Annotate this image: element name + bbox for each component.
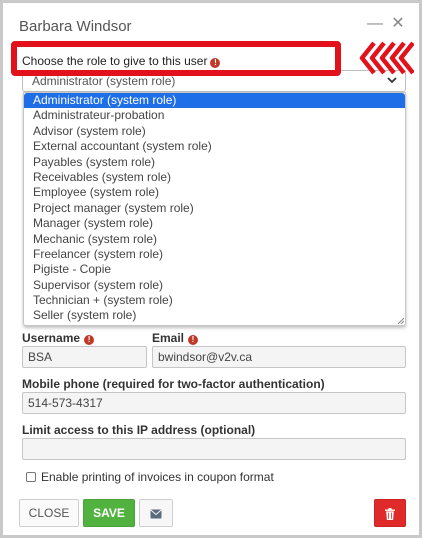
role-option[interactable]: Manager (system role) (24, 216, 405, 231)
user-dialog: Barbara Windsor — ✕ Administrator (syste… (0, 0, 422, 538)
required-icon: ! (188, 335, 199, 345)
coupon-checkbox[interactable] (26, 472, 36, 482)
required-icon: ! (84, 335, 95, 345)
role-prompt-text: Choose the role to give to this user (22, 54, 208, 68)
close-button[interactable]: CLOSE (19, 499, 79, 527)
close-icon[interactable]: ✕ (390, 15, 406, 33)
annotation-arrows-icon (359, 41, 414, 75)
role-option[interactable]: Seller (system role) (24, 308, 405, 323)
role-option[interactable]: Mechanic (system role) (24, 232, 405, 247)
email-label-text: Email (152, 331, 185, 345)
role-option[interactable]: Project manager (system role) (24, 201, 405, 216)
save-button[interactable]: SAVE (83, 499, 135, 527)
mobile-phone-label: Mobile phone (required for two-factor au… (22, 377, 325, 391)
envelope-icon (150, 509, 162, 519)
role-dropdown-list[interactable]: Administrator (system role) Administrate… (23, 92, 406, 326)
role-option[interactable]: Receivables (system role) (24, 170, 405, 185)
role-option[interactable]: External accountant (system role) (24, 139, 405, 154)
ip-address-input[interactable] (22, 438, 406, 460)
role-select-value: Administrator (system role) (32, 74, 176, 88)
username-input[interactable]: BSA (22, 346, 147, 368)
role-prompt-label: Choose the role to give to this user! (22, 54, 221, 68)
delete-button[interactable] (374, 499, 406, 527)
send-email-button[interactable] (139, 499, 173, 527)
role-option[interactable]: Technician + (system role) (24, 293, 405, 308)
role-option[interactable]: Administrateur-probation (24, 108, 405, 123)
username-label: Username! (22, 331, 95, 345)
username-label-text: Username (22, 331, 81, 345)
coupon-checkbox-label: Enable printing of invoices in coupon fo… (41, 470, 274, 484)
required-icon: ! (210, 58, 221, 68)
role-option[interactable]: Advisor (system role) (24, 124, 405, 139)
resize-handle-icon[interactable] (397, 317, 404, 324)
email-input[interactable]: bwindsor@v2v.ca (152, 346, 406, 368)
mobile-phone-input[interactable]: 514-573-4317 (22, 392, 406, 414)
email-label: Email! (152, 331, 199, 345)
role-option[interactable]: Administrator (system role) (24, 93, 405, 109)
role-option[interactable]: Employee (system role) (24, 185, 405, 200)
trash-icon (385, 507, 395, 520)
dialog-title: Barbara Windsor (19, 18, 132, 35)
role-option[interactable]: Freelancer (system role) (24, 247, 405, 262)
role-option[interactable]: Payables (system role) (24, 155, 405, 170)
role-option[interactable]: Supervisor (system role) (24, 278, 405, 293)
minimize-icon[interactable]: — (367, 15, 383, 33)
coupon-checkbox-row: Enable printing of invoices in coupon fo… (26, 470, 274, 484)
role-option[interactable]: Pigiste - Copie (24, 262, 405, 277)
ip-address-label: Limit access to this IP address (optiona… (22, 423, 256, 437)
